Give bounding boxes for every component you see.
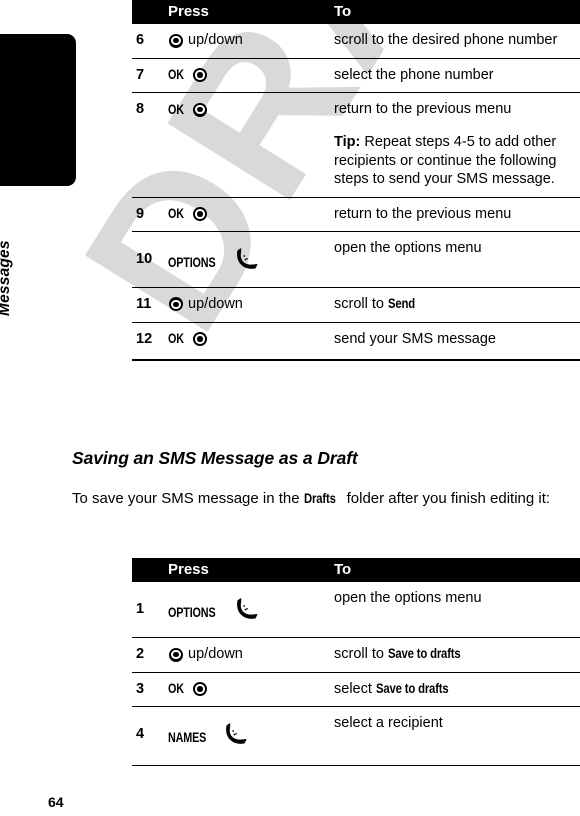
step-to-text: return to the previous menu <box>334 101 512 118</box>
step-to-bold-term: Send <box>388 296 416 312</box>
step-number: 3 <box>132 671 162 707</box>
step-number: 1 <box>136 601 145 618</box>
sending-sms-steps-table: Press To 6 up/down scroll to the desired… <box>132 0 580 357</box>
section-prose: Saving an SMS Message as a Draft To save… <box>72 448 580 511</box>
soft-key-label: OK <box>168 331 184 347</box>
sending-sms-steps-table-wrapper: Press To 6 up/down scroll to the desired… <box>132 0 580 362</box>
step-number: 8 <box>132 92 162 198</box>
step-press-text: up/down <box>188 32 243 49</box>
step-press-cell: up/down <box>162 637 326 673</box>
table-row: 12 OK send your SMS message <box>132 321 580 357</box>
soft-key-icon <box>234 246 260 272</box>
step-to-bold-term: Save to drafts <box>375 680 449 696</box>
chapter-sidebar: Messages <box>0 0 132 816</box>
step-press-cell: NAMES <box>162 706 326 763</box>
step-number: 4 <box>132 706 162 763</box>
column-header-press: Press <box>162 558 326 583</box>
step-press-cell: OPTIONS <box>162 231 326 288</box>
step-to-bold-term: Save to drafts <box>388 646 461 662</box>
save-draft-steps-table: Press To 1 OPTIONS open the options menu… <box>132 558 580 763</box>
soft-key-label: OK <box>168 101 184 117</box>
soft-key-label: OK <box>168 67 184 83</box>
soft-key-label: OK <box>168 681 184 697</box>
table-row: 11 up/down scroll to Send <box>132 287 580 323</box>
paragraph-part-2: folder after you finish editing it: <box>342 490 551 507</box>
column-header-number <box>132 0 162 25</box>
step-press-cell: OK <box>162 57 326 93</box>
tip-lead: Tip: <box>334 134 361 150</box>
tip-body: Repeat steps 4-5 to add other recipients… <box>334 134 557 188</box>
table-row: 9 OK return to the previous menu <box>132 196 580 232</box>
step-press-cell: OK <box>162 196 326 232</box>
soft-key-icon <box>223 721 249 747</box>
step-number: 7 <box>132 57 162 93</box>
soft-key-label: OK <box>168 206 184 222</box>
step-press-cell: up/down <box>162 24 326 58</box>
step-press-text: up/down <box>188 646 243 663</box>
nav-key-icon <box>192 682 207 697</box>
soft-key-label: NAMES <box>168 730 207 746</box>
step-to-cell: send your SMS message <box>326 321 580 357</box>
step-to-cell: scroll to Save to drafts <box>326 637 580 673</box>
table-row: 7 OK select the phone number <box>132 57 580 93</box>
chapter-tab-marker <box>0 34 76 186</box>
table-bottom-rule <box>132 765 580 767</box>
step-press-cell: OPTIONS <box>162 582 326 638</box>
step-number: 11 <box>132 287 162 323</box>
table-row: 4 NAMES select a recipient <box>132 706 580 763</box>
table-row: 1 OPTIONS open the options menu <box>132 582 580 638</box>
chapter-label: Messages <box>0 240 13 316</box>
nav-key-icon <box>169 33 183 48</box>
step-to-cell: open the options menu <box>334 590 482 607</box>
drafts-folder-term: Drafts <box>303 491 336 506</box>
page-number: 64 <box>48 794 64 810</box>
soft-key-icon <box>234 596 260 622</box>
step-number: 2 <box>132 637 162 673</box>
table-row: 8 OK return to the previous menu Tip: Re… <box>132 92 580 198</box>
section-heading: Saving an SMS Message as a Draft <box>72 448 358 468</box>
nav-key-icon <box>192 102 207 117</box>
step-to-cell: return to the previous menu <box>326 196 580 232</box>
step-to-prefix: scroll to <box>334 296 388 313</box>
step-tip: Tip: Repeat steps 4-5 to add other recip… <box>334 133 580 189</box>
step-press-cell: up/down <box>162 287 326 323</box>
nav-key-icon <box>169 297 183 312</box>
step-press-text: up/down <box>188 296 243 313</box>
column-header-to: To <box>326 558 580 583</box>
table-row: 10 OPTIONS open the options menu <box>132 231 580 288</box>
nav-key-icon <box>192 206 207 221</box>
step-to-cell: scroll to the desired phone number <box>334 32 558 49</box>
soft-key-label: OPTIONS <box>168 255 216 271</box>
table-row: 3 OK select Save to drafts <box>132 671 580 707</box>
column-header-number <box>132 558 162 583</box>
table-header-row: Press To <box>132 0 580 25</box>
step-press-cell: OK <box>162 321 326 357</box>
step-press-cell: OK <box>162 92 326 198</box>
nav-key-icon <box>192 68 207 83</box>
table-row: 2 up/down scroll to Save to drafts <box>132 637 580 673</box>
step-to-prefix: scroll to <box>334 646 388 663</box>
step-number: 6 <box>136 32 145 49</box>
step-number: 12 <box>132 321 162 357</box>
table-row: 6 up/down scroll to the desired phone nu… <box>132 24 580 58</box>
column-header-to: To <box>326 0 580 25</box>
table-header-row: Press To <box>132 558 580 583</box>
soft-key-label: OPTIONS <box>168 605 216 621</box>
table-bottom-double-rule <box>132 359 580 362</box>
nav-key-icon <box>192 332 207 347</box>
column-header-press: Press <box>162 0 326 25</box>
step-to-cell: return to the previous menu Tip: Repeat … <box>326 92 580 198</box>
nav-key-icon <box>169 647 183 662</box>
step-number: 9 <box>132 196 162 232</box>
step-to-cell: select a recipient <box>326 706 580 763</box>
step-to-cell: select the phone number <box>326 57 580 93</box>
step-to-cell: open the options menu <box>326 231 580 288</box>
save-draft-steps-table-wrapper: Press To 1 OPTIONS open the options menu… <box>132 558 580 767</box>
step-to-cell: scroll to Send <box>326 287 580 323</box>
step-press-cell: OK <box>162 671 326 707</box>
step-to-prefix: select <box>334 680 376 697</box>
step-to-cell: select Save to drafts <box>326 671 580 707</box>
step-number: 10 <box>132 231 162 288</box>
section-paragraph: To save your SMS message in the Drafts f… <box>72 487 580 511</box>
